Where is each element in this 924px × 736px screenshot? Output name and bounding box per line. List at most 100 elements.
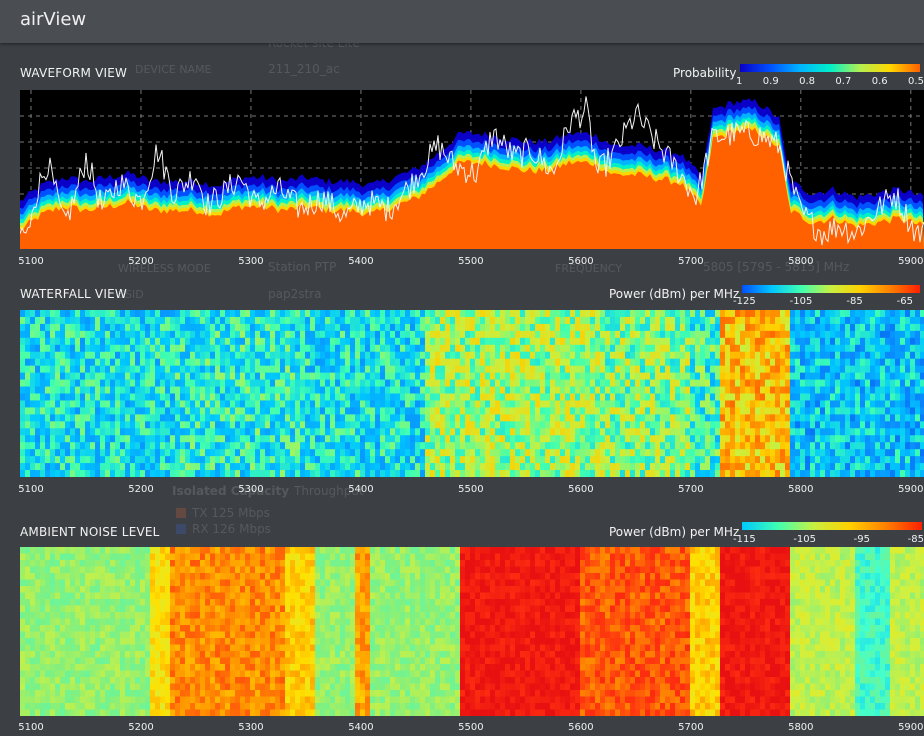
heatmap-cell <box>645 338 651 345</box>
heatmap-cell <box>530 435 536 442</box>
heatmap-cell <box>465 380 471 387</box>
heatmap-cell <box>490 456 496 463</box>
heatmap-cell <box>260 310 266 317</box>
waterfall-plot[interactable] <box>20 310 924 477</box>
heatmap-cell <box>310 463 316 470</box>
heatmap-cell <box>730 345 736 352</box>
heatmap-cell <box>885 554 891 561</box>
heatmap-cell <box>665 442 671 449</box>
heatmap-cell <box>215 463 221 470</box>
heatmap-cell <box>245 400 251 407</box>
heatmap-cell <box>865 470 871 477</box>
heatmap-cell <box>465 317 471 324</box>
heatmap-cell <box>80 394 86 401</box>
heatmap-cell <box>150 456 156 463</box>
heatmap-cell <box>660 449 666 456</box>
heatmap-cell <box>655 456 661 463</box>
heatmap-cell <box>525 345 531 352</box>
ambient-noise-plot[interactable] <box>20 547 924 716</box>
heatmap-cell <box>530 317 536 324</box>
heatmap-cell <box>95 560 101 567</box>
heatmap-cell <box>450 463 456 470</box>
heatmap-cell <box>390 463 396 470</box>
heatmap-cell <box>170 414 176 421</box>
heatmap-cell <box>670 387 676 394</box>
heatmap-cell <box>805 421 811 428</box>
heatmap-cell <box>210 435 216 442</box>
heatmap-cell <box>90 324 96 331</box>
heatmap-cell <box>345 317 351 324</box>
heatmap-cell <box>900 387 906 394</box>
heatmap-cell <box>115 366 121 373</box>
heatmap-cell <box>585 456 591 463</box>
heatmap-cell <box>770 470 776 477</box>
heatmap-cell <box>160 400 166 407</box>
heatmap-cell <box>120 345 126 352</box>
heatmap-cell <box>650 345 656 352</box>
heatmap-cell <box>285 428 291 435</box>
heatmap-cell <box>440 338 446 345</box>
heatmap-cell <box>825 324 831 331</box>
heatmap-cell <box>195 456 201 463</box>
heatmap-cell <box>605 331 611 338</box>
heatmap-cell <box>425 359 431 366</box>
heatmap-cell <box>830 421 836 428</box>
heatmap-cell <box>235 449 241 456</box>
heatmap-cell <box>535 554 541 561</box>
heatmap-cell <box>910 470 916 477</box>
heatmap-cell <box>910 421 916 428</box>
heatmap-cell <box>185 421 191 428</box>
heatmap-cell <box>715 421 721 428</box>
heatmap-cell <box>640 456 646 463</box>
heatmap-cell <box>750 373 756 380</box>
heatmap-cell <box>795 310 801 317</box>
heatmap-cell <box>400 324 406 331</box>
heatmap-cell <box>365 554 371 561</box>
heatmap-cell <box>265 387 271 394</box>
heatmap-cell <box>575 324 581 331</box>
heatmap-row <box>20 373 924 380</box>
heatmap-cell <box>545 414 551 421</box>
heatmap-cell <box>705 387 711 394</box>
heatmap-cell <box>680 414 686 421</box>
waterfall-scale-tick: -65 <box>897 296 913 307</box>
heatmap-cell <box>830 470 836 477</box>
heatmap-cell <box>695 400 701 407</box>
heatmap-cell <box>855 407 861 414</box>
heatmap-cell <box>350 331 356 338</box>
heatmap-cell <box>365 359 371 366</box>
heatmap-cell <box>545 366 551 373</box>
heatmap-cell <box>695 414 701 421</box>
heatmap-cell <box>520 400 526 407</box>
heatmap-cell <box>920 435 924 442</box>
heatmap-cell <box>910 435 916 442</box>
heatmap-cell <box>105 317 111 324</box>
heatmap-cell <box>45 463 51 470</box>
heatmap-cell <box>380 359 386 366</box>
heatmap-cell <box>835 421 841 428</box>
heatmap-cell <box>525 449 531 456</box>
heatmap-cell <box>875 414 881 421</box>
heatmap-cell <box>380 380 386 387</box>
heatmap-cell <box>820 449 826 456</box>
heatmap-cell <box>385 359 391 366</box>
heatmap-cell <box>420 435 426 442</box>
heatmap-cell <box>275 380 281 387</box>
heatmap-cell <box>895 345 901 352</box>
probability-scale-title: Probability <box>673 66 736 80</box>
heatmap-cell <box>480 373 486 380</box>
heatmap-cell <box>75 400 81 407</box>
heatmap-cell <box>75 394 81 401</box>
waveform-plot[interactable] <box>20 90 924 249</box>
heatmap-cell <box>825 317 831 324</box>
heatmap-cell <box>390 387 396 394</box>
heatmap-cell <box>595 400 601 407</box>
heatmap-cell <box>260 352 266 359</box>
heatmap-cell <box>430 442 436 449</box>
heatmap-cell <box>685 345 691 352</box>
heatmap-cell <box>650 324 656 331</box>
heatmap-cell <box>675 428 681 435</box>
heatmap-cell <box>45 373 51 380</box>
heatmap-cell <box>165 359 171 366</box>
heatmap-cell <box>850 400 856 407</box>
